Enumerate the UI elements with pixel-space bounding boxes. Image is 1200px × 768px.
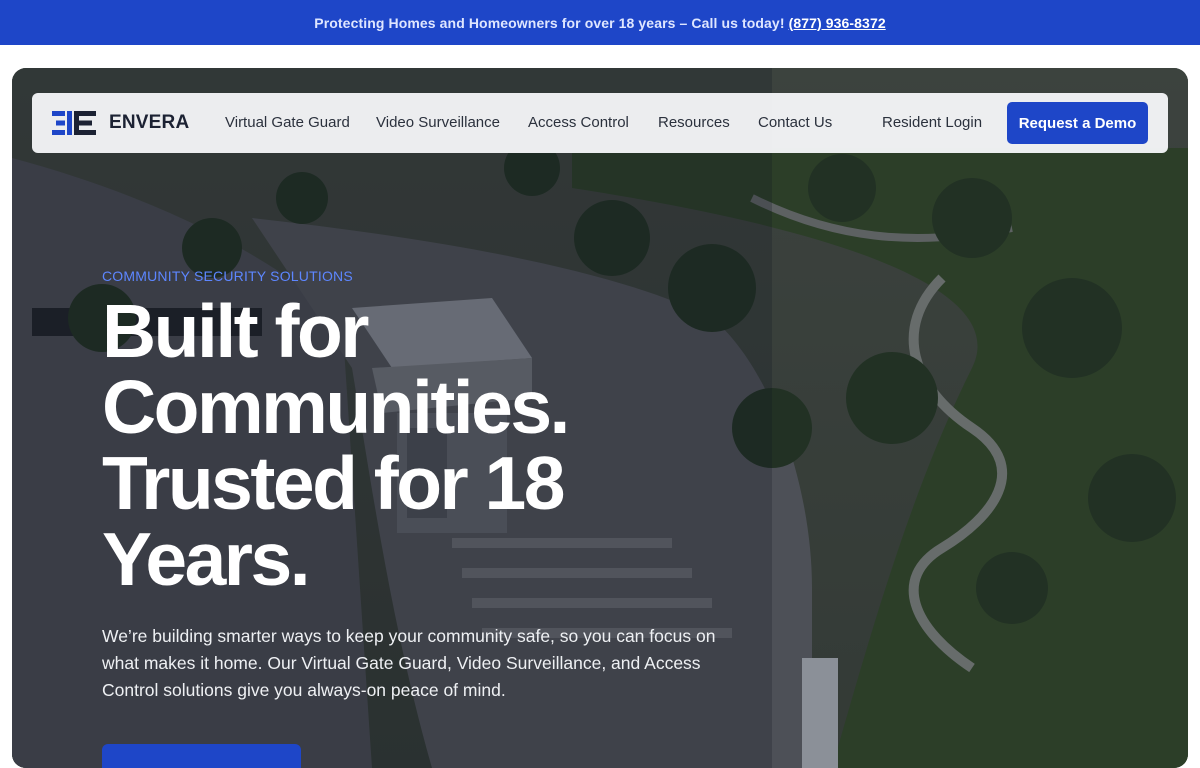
hero-eyebrow: COMMUNITY SECURITY SOLUTIONS xyxy=(102,268,353,284)
nav-item-virtual-gate-guard[interactable]: Virtual Gate Guard xyxy=(225,114,350,131)
brand-name: ENVERA xyxy=(109,112,190,133)
nav-item-resources[interactable]: Resources xyxy=(658,114,730,131)
envera-logo-icon xyxy=(52,111,96,135)
request-demo-button[interactable]: Request a Demo xyxy=(1007,102,1148,144)
hero-section: ENVERA Virtual Gate Guard Video Surveill… xyxy=(12,68,1188,768)
resident-login-link[interactable]: Resident Login xyxy=(882,114,982,131)
hero-headline: Built for Communities. Trusted for 18 Ye… xyxy=(102,289,570,601)
phone-link[interactable]: (877) 936-8372 xyxy=(789,15,886,31)
brand-logo[interactable]: ENVERA xyxy=(52,110,189,136)
hero-primary-button[interactable] xyxy=(102,744,301,768)
hero-description: We’re building smarter ways to keep your… xyxy=(102,626,716,700)
nav-item-video-surveillance[interactable]: Video Surveillance xyxy=(376,114,500,131)
nav-item-contact-us[interactable]: Contact Us xyxy=(758,114,832,131)
announcement-text: Protecting Homes and Homeowners for over… xyxy=(314,14,785,31)
announcement-bar: Protecting Homes and Homeowners for over… xyxy=(0,0,1200,45)
nav-item-access-control[interactable]: Access Control xyxy=(528,114,629,131)
main-navigation: ENVERA Virtual Gate Guard Video Surveill… xyxy=(32,93,1168,153)
